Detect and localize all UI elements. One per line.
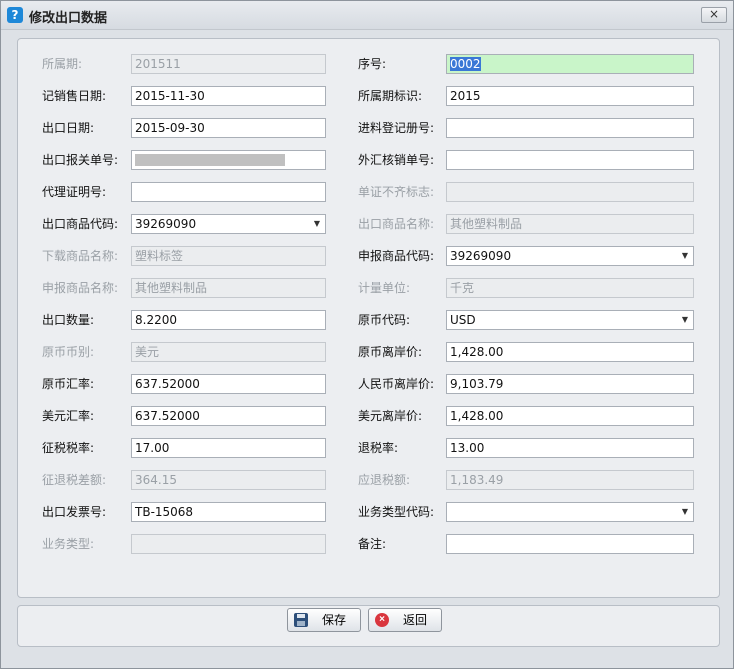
right-field-10-input[interactable]: 9,103.79 (446, 374, 694, 394)
right-label-4: 单证不齐标志: (358, 185, 435, 199)
back-button-label: 返回 (403, 613, 428, 627)
left-field-13-input: 364.15 (131, 470, 326, 490)
close-button[interactable]: × (701, 7, 727, 23)
right-field-value-5: 其他塑料制品 (450, 217, 523, 231)
left-field-value-2: 2015-09-30 (135, 121, 205, 135)
right-field-value-1: 2015 (450, 89, 481, 103)
left-field-14-input[interactable]: TB-15068 (131, 502, 326, 522)
save-button[interactable]: 保存 (287, 608, 361, 632)
left-label-9: 原币币别: (42, 345, 95, 359)
right-label-7: 计量单位: (358, 281, 411, 295)
right-field-14-select[interactable] (446, 502, 694, 522)
left-field-value-10: 637.52000 (135, 377, 200, 391)
left-field-11-input[interactable]: 637.52000 (131, 406, 326, 426)
left-label-4: 代理证明号: (42, 185, 107, 199)
right-field-15-input[interactable] (446, 534, 694, 554)
left-field-1-input[interactable]: 2015-11-30 (131, 86, 326, 106)
right-label-5: 出口商品名称: (358, 217, 435, 231)
right-field-5-input: 其他塑料制品 (446, 214, 694, 234)
right-field-6-select[interactable]: 39269090 (446, 246, 694, 266)
right-label-3: 外汇核销单号: (358, 153, 435, 167)
left-field-value-14: TB-15068 (135, 505, 194, 519)
left-field-value-0: 201511 (135, 57, 181, 71)
right-field-11-input[interactable]: 1,428.00 (446, 406, 694, 426)
left-field-value-11: 637.52000 (135, 409, 200, 423)
right-label-9: 原币离岸价: (358, 345, 423, 359)
left-field-value-12: 17.00 (135, 441, 170, 455)
right-field-value-0: 0002 (450, 57, 481, 71)
right-field-4-input (446, 182, 694, 202)
right-field-value-10: 9,103.79 (450, 377, 504, 391)
right-field-value-11: 1,428.00 (450, 409, 504, 423)
left-field-4-input[interactable] (131, 182, 326, 202)
left-field-8-input[interactable]: 8.2200 (131, 310, 326, 330)
left-label-12: 征税税率: (42, 441, 95, 455)
left-label-2: 出口日期: (42, 121, 95, 135)
right-field-7-input: 千克 (446, 278, 694, 298)
right-label-8: 原币代码: (358, 313, 411, 327)
right-field-2-input[interactable] (446, 118, 694, 138)
right-field-value-9: 1,428.00 (450, 345, 504, 359)
left-field-9-input: 美元 (131, 342, 326, 362)
left-field-value-8: 8.2200 (135, 313, 177, 327)
left-field-value-7: 其他塑料制品 (135, 281, 208, 295)
left-label-6: 下载商品名称: (42, 249, 119, 263)
right-field-0-input[interactable]: 0002 (446, 54, 694, 74)
left-field-0-input: 201511 (131, 54, 326, 74)
right-field-9-input[interactable]: 1,428.00 (446, 342, 694, 362)
left-field-6-input: 塑料标签 (131, 246, 326, 266)
save-button-label: 保存 (322, 613, 347, 627)
left-label-15: 业务类型: (42, 537, 95, 551)
left-label-13: 征退税差额: (42, 473, 107, 487)
window-title: 修改出口数据 (29, 11, 108, 26)
right-field-1-input[interactable]: 2015 (446, 86, 694, 106)
app-logo-icon: ? (7, 7, 23, 23)
right-field-value-7: 千克 (450, 281, 475, 295)
cancel-circle-icon: × (375, 613, 389, 627)
right-field-value-13: 1,183.49 (450, 473, 504, 487)
left-label-10: 原币汇率: (42, 377, 95, 391)
back-button[interactable]: × 返回 (368, 608, 442, 632)
right-label-12: 退税率: (358, 441, 399, 455)
left-label-8: 出口数量: (42, 313, 95, 327)
left-field-7-input: 其他塑料制品 (131, 278, 326, 298)
right-field-3-input[interactable] (446, 150, 694, 170)
left-field-15-input (131, 534, 326, 554)
right-field-value-8: USD (450, 313, 476, 327)
left-field-value-9: 美元 (135, 345, 160, 359)
right-field-13-input: 1,183.49 (446, 470, 694, 490)
left-label-7: 申报商品名称: (42, 281, 119, 295)
left-label-3: 出口报关单号: (42, 153, 119, 167)
left-label-0: 所属期: (42, 57, 83, 71)
right-label-15: 备注: (358, 537, 387, 551)
right-label-2: 进料登记册号: (358, 121, 435, 135)
right-label-14: 业务类型代码: (358, 505, 435, 519)
right-field-value-6: 39269090 (450, 249, 512, 263)
left-field-value-6: 塑料标签 (135, 249, 184, 263)
redacted-value (135, 154, 285, 166)
left-label-14: 出口发票号: (42, 505, 107, 519)
floppy-disk-icon (294, 613, 308, 627)
left-label-1: 记销售日期: (42, 89, 107, 103)
right-label-6: 申报商品代码: (358, 249, 435, 263)
right-label-0: 序号: (358, 57, 387, 71)
right-field-value-12: 13.00 (450, 441, 485, 455)
right-field-8-select[interactable]: USD (446, 310, 694, 330)
left-field-5-select[interactable]: 39269090 (131, 214, 326, 234)
right-field-12-input[interactable]: 13.00 (446, 438, 694, 458)
right-label-1: 所属期标识: (358, 89, 423, 103)
left-label-11: 美元汇率: (42, 409, 95, 423)
left-field-value-1: 2015-11-30 (135, 89, 205, 103)
left-field-2-input[interactable]: 2015-09-30 (131, 118, 326, 138)
right-label-10: 人民币离岸价: (358, 377, 435, 391)
left-label-5: 出口商品代码: (42, 217, 119, 231)
title-bar: ? 修改出口数据 × (1, 1, 733, 30)
left-field-3-input[interactable] (131, 150, 326, 170)
right-label-11: 美元离岸价: (358, 409, 423, 423)
left-field-10-input[interactable]: 637.52000 (131, 374, 326, 394)
right-label-13: 应退税额: (358, 473, 411, 487)
left-field-value-13: 364.15 (135, 473, 177, 487)
left-field-value-5: 39269090 (135, 217, 197, 231)
left-field-12-input[interactable]: 17.00 (131, 438, 326, 458)
